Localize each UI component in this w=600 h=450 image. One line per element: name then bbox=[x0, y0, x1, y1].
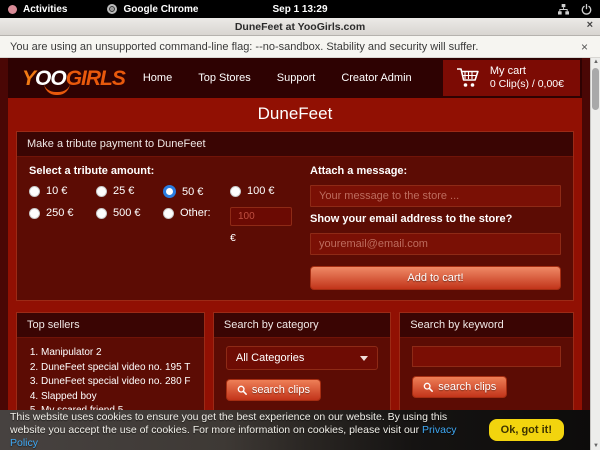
logo-smile-shape bbox=[44, 83, 70, 95]
window-titlebar[interactable]: DuneFeet at YooGirls.com × bbox=[0, 18, 600, 36]
site-logo[interactable]: YOOGIRLS bbox=[22, 68, 125, 89]
search-clips-category-button[interactable]: search clips bbox=[226, 379, 321, 401]
tribute-amount-label: Select a tribute amount: bbox=[29, 165, 292, 177]
power-icon[interactable] bbox=[581, 4, 592, 15]
top-sellers-list: Manipulator 2 DuneFeet special video no.… bbox=[41, 346, 204, 419]
radio-25-icon[interactable] bbox=[96, 186, 107, 197]
warning-bar: You are using an unsupported command-lin… bbox=[0, 36, 600, 58]
currency-label: € bbox=[230, 232, 292, 244]
network-icon[interactable] bbox=[558, 4, 569, 15]
logo-y: Y bbox=[22, 67, 35, 90]
cookie-accept-button[interactable]: Ok, got it! bbox=[489, 419, 564, 441]
search-category-header: Search by category bbox=[214, 313, 390, 338]
amount-option-50[interactable]: 50 € bbox=[163, 185, 230, 198]
add-to-cart-button[interactable]: Add to cart! bbox=[310, 266, 561, 290]
nav-item-top-stores[interactable]: Top Stores bbox=[198, 72, 251, 84]
search-keyword-header: Search by keyword bbox=[400, 313, 573, 338]
amount-option-25[interactable]: 25 € bbox=[96, 185, 163, 197]
email-input[interactable] bbox=[310, 233, 561, 255]
window-title: DuneFeet at YooGirls.com bbox=[235, 21, 365, 33]
search-icon bbox=[423, 382, 433, 392]
search-keyword-panel: Search by keyword search clips bbox=[399, 312, 574, 413]
window-close-icon[interactable]: × bbox=[587, 19, 593, 31]
tribute-panel-header: Make a tribute payment to DuneFeet bbox=[17, 132, 573, 157]
bottom-panels: Top sellers Manipulator 2 DuneFeet speci… bbox=[16, 312, 574, 413]
search-clips-keyword-button[interactable]: search clips bbox=[412, 376, 507, 398]
scrollbar-thumb[interactable] bbox=[592, 68, 599, 110]
cart-summary: 0 Clip(s) / 0,00€ bbox=[490, 78, 564, 91]
logo-girls: GIRLS bbox=[66, 67, 125, 90]
system-top-bar: Activities Google Chrome Sep 1 13:29 bbox=[0, 0, 600, 18]
cart-icon bbox=[455, 65, 481, 91]
other-amount-input[interactable] bbox=[230, 207, 292, 226]
amount-row-2: 250 € 500 € Other: € bbox=[29, 207, 292, 244]
page-container: YOOGIRLS Home Top Stores Support Creator… bbox=[8, 58, 582, 450]
amount-row-1: 10 € 25 € 50 € 100 € bbox=[29, 185, 292, 198]
amount-option-100[interactable]: 100 € bbox=[230, 185, 292, 197]
radio-250-icon[interactable] bbox=[29, 208, 40, 219]
screen: Activities Google Chrome Sep 1 13:29 Dun… bbox=[0, 0, 600, 450]
scroll-up-icon[interactable]: ▲ bbox=[591, 59, 600, 65]
amount-option-10[interactable]: 10 € bbox=[29, 185, 96, 197]
top-sellers-panel: Top sellers Manipulator 2 DuneFeet speci… bbox=[16, 312, 205, 413]
keyword-input[interactable] bbox=[412, 346, 561, 367]
nav-item-home[interactable]: Home bbox=[143, 72, 172, 84]
warning-text: You are using an unsupported command-lin… bbox=[10, 41, 478, 53]
category-selected-value: All Categories bbox=[236, 352, 304, 364]
list-item[interactable]: Slapped boy bbox=[41, 390, 204, 405]
list-item[interactable]: DuneFeet special video no. 280 F bbox=[41, 375, 204, 390]
email-label: Show your email address to the store? bbox=[310, 213, 561, 225]
page-title: DuneFeet bbox=[8, 98, 582, 131]
clock[interactable]: Sep 1 13:29 bbox=[0, 4, 600, 15]
tribute-panel: Make a tribute payment to DuneFeet Selec… bbox=[16, 131, 574, 301]
chevron-down-icon bbox=[360, 356, 368, 361]
site-nav: YOOGIRLS Home Top Stores Support Creator… bbox=[8, 58, 582, 98]
amount-option-other[interactable]: Other: bbox=[163, 207, 230, 219]
amount-option-250[interactable]: 250 € bbox=[29, 207, 96, 219]
radio-500-icon[interactable] bbox=[96, 208, 107, 219]
my-cart-button[interactable]: My cart 0 Clip(s) / 0,00€ bbox=[443, 60, 580, 96]
radio-10-icon[interactable] bbox=[29, 186, 40, 197]
cookie-banner: This website uses cookies to ensure you … bbox=[0, 410, 590, 450]
browser-viewport: YOOGIRLS Home Top Stores Support Creator… bbox=[0, 58, 600, 450]
message-input[interactable] bbox=[310, 185, 561, 207]
nav-item-creator-admin[interactable]: Creator Admin bbox=[341, 72, 411, 84]
warning-close-icon[interactable]: × bbox=[581, 40, 588, 54]
search-category-panel: Search by category All Categories search… bbox=[213, 312, 391, 413]
radio-other-icon[interactable] bbox=[163, 208, 174, 219]
search-icon bbox=[237, 385, 247, 395]
top-sellers-header: Top sellers bbox=[17, 313, 204, 338]
list-item[interactable]: Manipulator 2 bbox=[41, 346, 204, 361]
category-select[interactable]: All Categories bbox=[226, 346, 378, 370]
page-scrollbar[interactable]: ▲ ▼ bbox=[590, 58, 600, 450]
nav-menu: Home Top Stores Support Creator Admin bbox=[143, 72, 412, 84]
radio-50-icon[interactable] bbox=[163, 185, 176, 198]
cart-title: My cart bbox=[490, 65, 564, 78]
radio-100-icon[interactable] bbox=[230, 186, 241, 197]
message-label: Attach a message: bbox=[310, 165, 561, 177]
list-item[interactable]: DuneFeet special video no. 195 T bbox=[41, 361, 204, 376]
cookie-text: This website uses cookies to ensure you … bbox=[10, 411, 472, 450]
scroll-down-icon[interactable]: ▼ bbox=[591, 443, 600, 449]
amount-option-500[interactable]: 500 € bbox=[96, 207, 163, 219]
nav-item-support[interactable]: Support bbox=[277, 72, 316, 84]
